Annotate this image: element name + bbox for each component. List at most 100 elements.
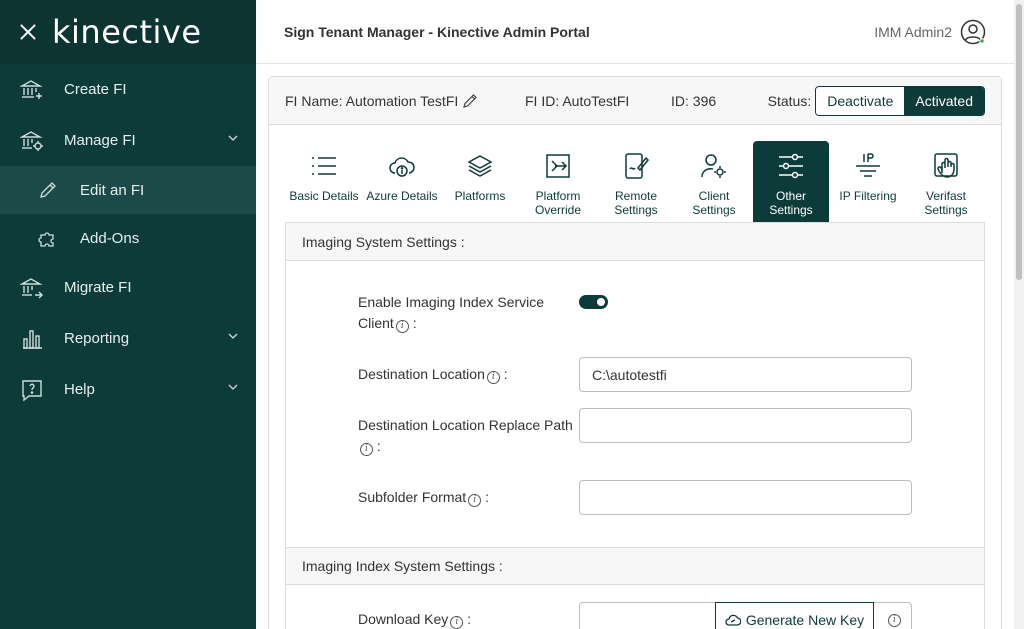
remote-pen-icon (621, 151, 651, 181)
sidebar: kinective Create FI Manage FI Edit an FI… (0, 0, 256, 629)
status-label: Status: (767, 93, 812, 109)
fi-name-text: FI Name: Automation TestFI (285, 92, 459, 109)
info-icon[interactable]: i (468, 494, 482, 507)
destination-location-input[interactable]: C:\autotestfi (579, 357, 912, 392)
subfolder-format-label-text: Subfolder Format (358, 489, 467, 505)
tab-label: Verifast (925, 189, 967, 203)
sidebar-item-label: Edit an FI (80, 181, 145, 199)
chevron-down-icon (228, 333, 238, 339)
tab-client-settings[interactable]: Client Settings (675, 141, 753, 222)
bank-plus-icon (20, 78, 44, 102)
tab-label-2: Settings (924, 203, 968, 217)
imaging-index-section-heading: Imaging Index System Settings : (286, 547, 984, 585)
chevron-down-icon (228, 135, 238, 141)
info-icon[interactable]: i (888, 614, 901, 627)
user-avatar-icon[interactable] (960, 19, 986, 45)
tab-label: IP Filtering (839, 189, 897, 203)
label-colon: : (503, 366, 508, 382)
sidebar-item-label: Reporting (64, 330, 130, 347)
sidebar-item-label: Migrate FI (64, 279, 132, 296)
help-bubble-icon (20, 378, 44, 402)
tab-label: Client (698, 189, 730, 203)
sidebar-item-manage-fi[interactable]: Manage FI (0, 115, 256, 166)
chevron-down-icon (228, 384, 238, 390)
fi-name: FI Name: Automation TestFI (285, 93, 478, 109)
tab-label-2: Override (534, 203, 581, 217)
page-scrollbar[interactable] (1014, 0, 1024, 629)
close-icon[interactable] (18, 22, 38, 42)
hand-touch-icon (931, 151, 961, 181)
download-key-label: Download Key i : (358, 609, 471, 629)
override-arrow-icon (543, 151, 573, 181)
sidebar-item-label: Help (64, 381, 95, 398)
enable-imaging-toggle[interactable] (579, 295, 608, 309)
tab-verifast-settings[interactable]: Verifast Settings (907, 141, 985, 222)
ip-filter-icon (853, 151, 883, 181)
generate-new-key-button[interactable]: Generate New Key (715, 602, 874, 629)
imaging-section-heading: Imaging System Settings : (286, 223, 984, 261)
user-gear-icon (699, 151, 729, 181)
top-header: Sign Tenant Manager - Kinective Admin Po… (256, 0, 1014, 64)
sidebar-item-label: Manage FI (64, 132, 136, 149)
bank-arrow-icon (20, 276, 44, 300)
tab-azure-details[interactable]: Azure Details (363, 141, 441, 222)
page-title: Sign Tenant Manager - Kinective Admin Po… (284, 23, 590, 40)
scrollbar-thumb[interactable] (1016, 4, 1022, 280)
sidebar-item-edit-fi[interactable]: Edit an FI (0, 166, 256, 214)
enable-imaging-label: Enable Imaging Index Service Client i : (358, 292, 544, 334)
fi-number-id: ID: 396 (671, 92, 717, 109)
sidebar-item-create-fi[interactable]: Create FI (0, 64, 256, 115)
info-icon[interactable]: i (486, 371, 500, 384)
download-key-label-text: Download Key (358, 611, 449, 627)
settings-tabs: Basic Details Azure Details Platforms Pl… (285, 141, 985, 222)
info-icon[interactable]: i (360, 443, 373, 456)
fi-id: FI ID: AutoTestFI (525, 92, 630, 109)
tab-platforms[interactable]: Platforms (441, 141, 519, 222)
subfolder-format-input[interactable] (579, 480, 912, 515)
tab-other-settings[interactable]: Other Settings (753, 141, 829, 222)
bank-gear-icon (20, 129, 44, 153)
brand-bar: kinective (0, 0, 256, 64)
user-name: IMM Admin2 (874, 23, 952, 40)
status-control: Status: Deactivate Activated (768, 86, 985, 116)
sidebar-item-migrate-fi[interactable]: Migrate FI (0, 262, 256, 313)
destination-location-label: Destination Location i : (358, 364, 508, 385)
label-colon: : (485, 489, 489, 505)
fi-detail-card: FI Name: Automation TestFI FI ID: AutoTe… (268, 76, 1002, 629)
label-colon: : (376, 438, 381, 454)
tab-ip-filtering[interactable]: IP Filtering (829, 141, 907, 222)
tab-label: Platforms (454, 189, 506, 203)
label-colon: : (412, 315, 417, 331)
fi-summary-bar: FI Name: Automation TestFI FI ID: AutoTe… (269, 77, 1001, 125)
bar-chart-icon (20, 327, 44, 351)
sidebar-item-help[interactable]: Help (0, 364, 256, 415)
puzzle-icon (38, 228, 58, 248)
tab-basic-details[interactable]: Basic Details (285, 141, 363, 222)
destination-replace-label-text: Destination Location Replace Path (358, 417, 573, 433)
destination-replace-input[interactable] (579, 408, 912, 443)
deactivate-button[interactable]: Deactivate (816, 87, 905, 115)
tab-label-2: Settings (692, 203, 736, 217)
other-settings-panel: Imaging System Settings : Enable Imaging… (285, 222, 985, 629)
pencil-icon (38, 180, 58, 200)
sidebar-item-reporting[interactable]: Reporting (0, 313, 256, 364)
generate-new-key-label: Generate New Key (745, 611, 865, 628)
sidebar-item-label: Create FI (64, 81, 127, 98)
subfolder-format-label: Subfolder Format i : (358, 487, 489, 508)
activated-button[interactable]: Activated (904, 87, 984, 115)
tab-platform-override[interactable]: Platform Override (519, 141, 597, 222)
info-icon[interactable]: i (395, 320, 409, 333)
list-icon (309, 151, 339, 181)
info-icon[interactable]: i (450, 616, 464, 629)
user-menu[interactable]: IMM Admin2 (874, 19, 986, 45)
tab-remote-settings[interactable]: Remote Settings (597, 141, 675, 222)
status-toggle: Deactivate Activated (815, 86, 985, 116)
tab-label-2: Settings (769, 203, 813, 217)
enable-imaging-label-text-2: Client (358, 315, 394, 331)
sliders-icon (776, 151, 806, 181)
tab-label: Basic Details (289, 189, 359, 203)
brand-logo: kinective (52, 13, 202, 51)
enable-imaging-label-text: Enable Imaging Index Service (358, 294, 544, 310)
edit-pencil-icon[interactable] (462, 93, 478, 109)
sidebar-item-add-ons[interactable]: Add-Ons (0, 214, 256, 262)
